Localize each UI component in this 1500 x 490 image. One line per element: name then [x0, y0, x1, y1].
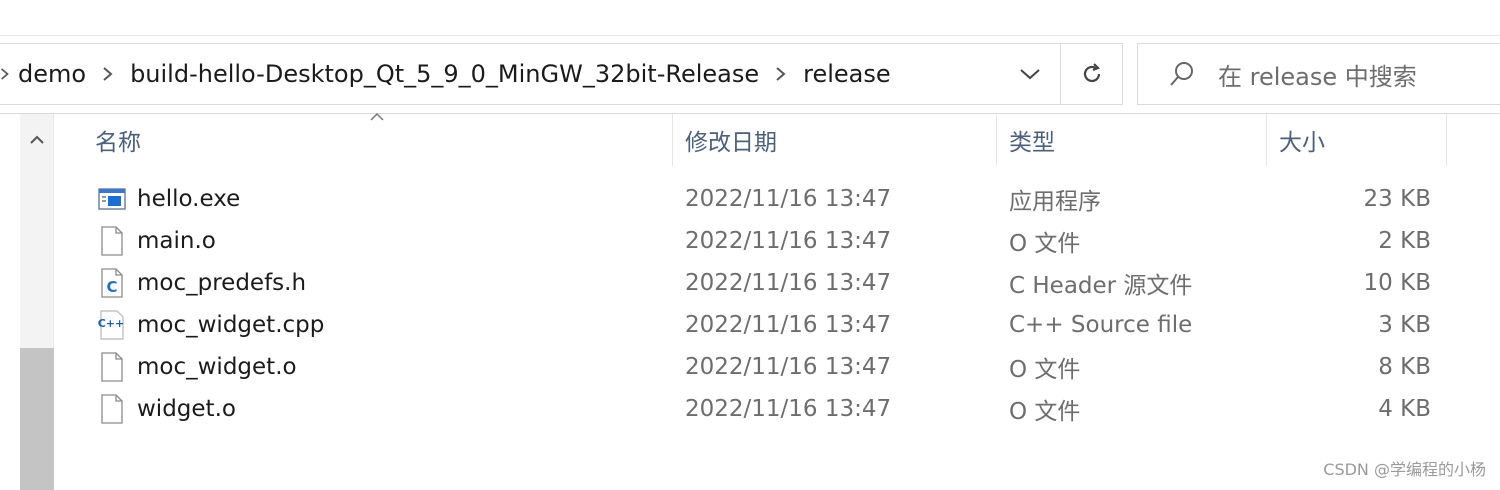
file-row-main-o[interactable]: main.o 2022/11/16 13:47 O 文件 2 KB — [55, 220, 1500, 262]
column-header-name[interactable]: 名称 — [95, 114, 673, 166]
refresh-button[interactable] — [1061, 43, 1123, 105]
search-input[interactable]: 在 release 中搜索 — [1218, 57, 1417, 92]
file-name-cell: hello.exe — [97, 178, 240, 220]
file-name-cell: main.o — [97, 220, 216, 262]
file-list: 名称 修改日期 类型 大小 hello.exe 2022/11/16 13:47… — [55, 112, 1500, 490]
refresh-icon — [1083, 63, 1100, 83]
nav-pane-scrollbar[interactable] — [20, 114, 54, 490]
file-date: 2022/11/16 13:47 — [685, 186, 892, 212]
breadcrumb-item-demo[interactable]: demo — [16, 60, 88, 88]
file-size: 3 KB — [1378, 312, 1431, 338]
file-name: hello.exe — [137, 186, 241, 212]
address-bar[interactable]: demo build-hello-Desktop_Qt_5_9_0_MinGW_… — [0, 43, 1061, 105]
file-row-moc-widget-cpp[interactable]: C++ moc_widget.cpp 2022/11/16 13:47 C++ … — [55, 304, 1500, 346]
file-type: 应用程序 — [1009, 189, 1101, 215]
blank-file-icon — [97, 352, 127, 382]
column-header-row: 名称 修改日期 类型 大小 — [55, 112, 1500, 166]
file-type: O 文件 — [1009, 231, 1081, 257]
file-date: 2022/11/16 13:47 — [685, 270, 892, 296]
ribbon-area — [0, 0, 1500, 36]
file-date: 2022/11/16 13:47 — [685, 312, 892, 338]
svg-text:C++: C++ — [98, 317, 125, 330]
file-name: moc_widget.o — [137, 354, 297, 380]
cpp-file-icon: C++ — [97, 310, 127, 340]
file-name: main.o — [137, 228, 216, 254]
file-name-cell: C moc_predefs.h — [97, 262, 306, 304]
file-name: widget.o — [137, 396, 236, 422]
file-date: 2022/11/16 13:47 — [685, 228, 892, 254]
column-divider[interactable] — [996, 114, 997, 166]
file-type: C Header 源文件 — [1009, 273, 1193, 299]
file-name-cell: C++ moc_widget.cpp — [97, 304, 324, 346]
blank-file-icon — [97, 226, 127, 256]
file-row-hello-exe[interactable]: hello.exe 2022/11/16 13:47 应用程序 23 KB — [55, 178, 1500, 220]
column-header-date[interactable]: 修改日期 — [685, 114, 995, 166]
file-explorer-window: demo build-hello-Desktop_Qt_5_9_0_MinGW_… — [0, 0, 1500, 490]
file-row-moc-predefs-h[interactable]: C moc_predefs.h 2022/11/16 13:47 C Heade… — [55, 262, 1500, 304]
exe-icon — [97, 184, 127, 214]
breadcrumb: demo build-hello-Desktop_Qt_5_9_0_MinGW_… — [0, 44, 893, 104]
blank-file-icon — [97, 394, 127, 424]
scrollbar-thumb[interactable] — [20, 348, 54, 490]
scroll-up-button[interactable] — [20, 122, 54, 158]
column-divider[interactable] — [1446, 114, 1447, 166]
file-size: 4 KB — [1378, 396, 1431, 422]
column-divider[interactable] — [672, 114, 673, 166]
file-name-cell: moc_widget.o — [97, 346, 297, 388]
svg-text:C: C — [106, 278, 117, 296]
column-divider[interactable] — [1266, 114, 1267, 166]
file-type: O 文件 — [1009, 399, 1081, 425]
file-name: moc_predefs.h — [137, 270, 307, 296]
file-date: 2022/11/16 13:47 — [685, 354, 892, 380]
chevron-down-icon — [1020, 69, 1040, 80]
column-header-type[interactable]: 类型 — [1009, 114, 1264, 166]
breadcrumb-item-build[interactable]: build-hello-Desktop_Qt_5_9_0_MinGW_32bit… — [128, 60, 761, 88]
file-type: C++ Source file — [1009, 312, 1193, 338]
file-type: O 文件 — [1009, 357, 1081, 383]
file-row-moc-widget-o[interactable]: moc_widget.o 2022/11/16 13:47 O 文件 8 KB — [55, 346, 1500, 388]
file-size: 23 KB — [1363, 186, 1431, 212]
column-header-size[interactable]: 大小 — [1279, 114, 1444, 166]
chevron-up-icon — [30, 135, 44, 144]
file-name-cell: widget.o — [97, 388, 236, 430]
file-size: 2 KB — [1378, 228, 1431, 254]
file-name: moc_widget.cpp — [137, 312, 325, 338]
address-history-dropdown[interactable] — [1000, 44, 1060, 104]
file-row-widget-o[interactable]: widget.o 2022/11/16 13:47 O 文件 4 KB — [55, 388, 1500, 430]
breadcrumb-item-release[interactable]: release — [801, 60, 893, 88]
chevron-right-icon[interactable] — [88, 65, 128, 83]
file-size: 10 KB — [1363, 270, 1431, 296]
chevron-right-icon[interactable] — [761, 65, 801, 83]
c-header-icon: C — [97, 268, 127, 298]
file-size: 8 KB — [1378, 354, 1431, 380]
search-box[interactable]: 在 release 中搜索 — [1137, 43, 1500, 105]
search-icon — [1162, 54, 1202, 94]
chevron-right-icon[interactable] — [0, 65, 10, 83]
address-row: demo build-hello-Desktop_Qt_5_9_0_MinGW_… — [0, 36, 1500, 114]
file-date: 2022/11/16 13:47 — [685, 396, 892, 422]
watermark: CSDN @学编程的小杨 — [1323, 460, 1486, 479]
